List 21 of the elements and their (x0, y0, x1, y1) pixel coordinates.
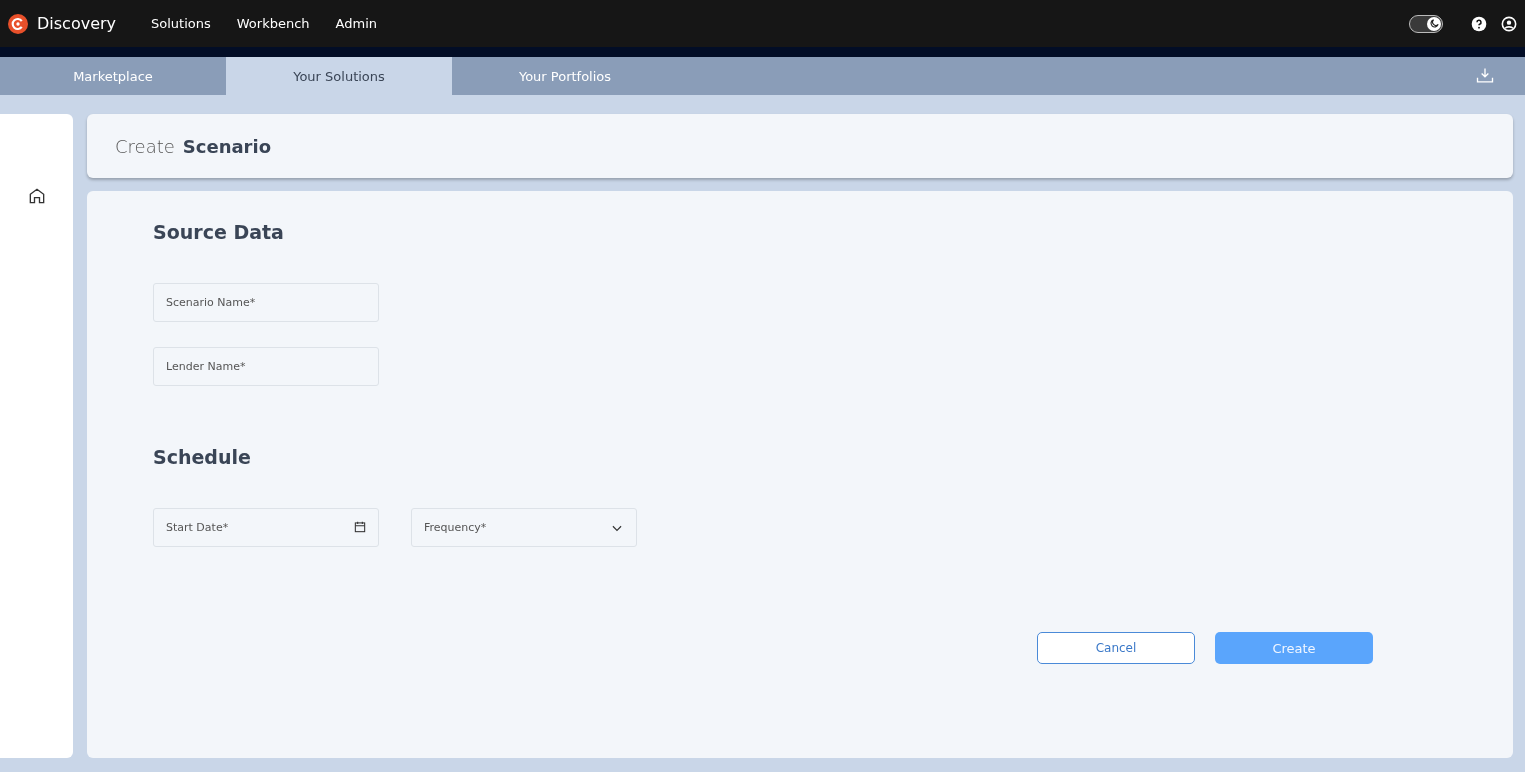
download-icon[interactable] (1475, 66, 1495, 86)
logo-icon (8, 13, 28, 34)
input-field[interactable]: Scenario Name* (153, 283, 379, 322)
cancel-button[interactable]: Cancel (1037, 632, 1195, 664)
theme-toggle[interactable] (1409, 14, 1443, 33)
app-name: Discovery (37, 14, 117, 33)
page-title: Scenario (182, 135, 272, 157)
nav-link[interactable]: Admin (322, 16, 390, 31)
user-icon[interactable] (1501, 15, 1517, 32)
tab[interactable]: Your Solutions (226, 57, 452, 95)
nav-link[interactable]: Solutions (138, 16, 224, 31)
frequency-dropdown[interactable]: Frequency* (411, 508, 637, 547)
section-heading: Schedule (153, 446, 252, 468)
date-field[interactable]: Start Date* (153, 508, 379, 547)
help-icon[interactable] (1471, 15, 1487, 32)
section-heading: Source Data (153, 221, 285, 243)
nav-link[interactable]: Workbench (223, 16, 323, 31)
page-title-prefix: Create (115, 135, 175, 157)
input-field[interactable]: Lender Name* (153, 347, 379, 386)
calendar-icon[interactable] (353, 520, 367, 534)
moon-icon (1428, 18, 1440, 29)
